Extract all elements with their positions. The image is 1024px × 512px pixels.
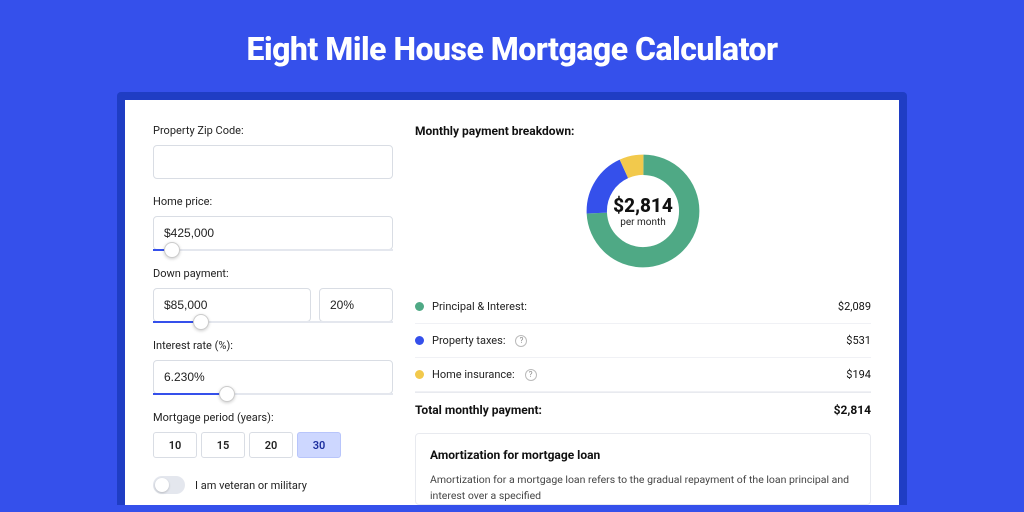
help-icon[interactable]: ? bbox=[525, 369, 537, 381]
legend-row-insurance: Home insurance: ? $194 bbox=[415, 358, 871, 392]
legend-label: Home insurance: bbox=[432, 368, 515, 381]
inputs-column: Property Zip Code: Home price: Down paym… bbox=[153, 124, 393, 505]
donut-chart: $2,814 per month bbox=[415, 150, 871, 272]
amortization-box: Amortization for mortgage loan Amortizat… bbox=[415, 433, 871, 505]
legend-dot-icon bbox=[415, 370, 424, 379]
down-payment-amount-input[interactable] bbox=[153, 288, 311, 322]
amortization-text: Amortization for a mortgage loan refers … bbox=[430, 472, 856, 504]
veteran-label: I am veteran or military bbox=[195, 479, 307, 492]
zip-label: Property Zip Code: bbox=[153, 124, 393, 137]
donut-center: $2,814 per month bbox=[613, 194, 673, 228]
down-payment-field: Down payment: bbox=[153, 267, 393, 323]
donut-amount: $2,814 bbox=[613, 194, 673, 217]
down-payment-slider[interactable] bbox=[153, 321, 393, 323]
down-payment-percent-input[interactable] bbox=[319, 288, 393, 322]
mortgage-period-options: 10 15 20 30 bbox=[153, 432, 393, 458]
legend-row-taxes: Property taxes: ? $531 bbox=[415, 324, 871, 358]
down-payment-slider-thumb[interactable] bbox=[193, 314, 209, 330]
interest-rate-label: Interest rate (%): bbox=[153, 339, 393, 352]
period-option-30[interactable]: 30 bbox=[297, 432, 341, 458]
legend-value: $194 bbox=[846, 368, 871, 381]
home-price-input[interactable] bbox=[153, 216, 393, 250]
amortization-title: Amortization for mortgage loan bbox=[430, 448, 856, 462]
help-icon[interactable]: ? bbox=[515, 335, 527, 347]
calculator-card: Property Zip Code: Home price: Down paym… bbox=[125, 100, 899, 505]
home-price-slider[interactable] bbox=[153, 249, 393, 251]
legend-value: $531 bbox=[846, 334, 871, 347]
down-payment-label: Down payment: bbox=[153, 267, 393, 280]
zip-field: Property Zip Code: bbox=[153, 124, 393, 179]
interest-rate-slider[interactable] bbox=[153, 393, 393, 395]
period-option-15[interactable]: 15 bbox=[201, 432, 245, 458]
total-label: Total monthly payment: bbox=[415, 403, 542, 417]
total-value: $2,814 bbox=[834, 403, 871, 417]
interest-rate-field: Interest rate (%): bbox=[153, 339, 393, 395]
period-option-20[interactable]: 20 bbox=[249, 432, 293, 458]
legend-row-principal: Principal & Interest: $2,089 bbox=[415, 290, 871, 324]
breakdown-column: Monthly payment breakdown: $2,814 per mo… bbox=[415, 124, 871, 505]
interest-rate-input[interactable] bbox=[153, 360, 393, 394]
mortgage-period-field: Mortgage period (years): 10 15 20 30 bbox=[153, 411, 393, 458]
home-price-label: Home price: bbox=[153, 195, 393, 208]
home-price-field: Home price: bbox=[153, 195, 393, 251]
veteran-toggle[interactable] bbox=[153, 476, 185, 494]
calculator-outer-card: Property Zip Code: Home price: Down paym… bbox=[117, 92, 907, 505]
zip-input[interactable] bbox=[153, 145, 393, 179]
page-title: Eight Mile House Mortgage Calculator bbox=[0, 0, 1024, 92]
total-row: Total monthly payment: $2,814 bbox=[415, 392, 871, 433]
mortgage-period-label: Mortgage period (years): bbox=[153, 411, 393, 424]
legend-dot-icon bbox=[415, 302, 424, 311]
breakdown-title: Monthly payment breakdown: bbox=[415, 124, 871, 138]
home-price-slider-thumb[interactable] bbox=[164, 242, 180, 258]
legend-value: $2,089 bbox=[838, 300, 871, 313]
legend-label: Property taxes: bbox=[432, 334, 505, 347]
donut-sub: per month bbox=[613, 217, 673, 228]
legend-label: Principal & Interest: bbox=[432, 300, 527, 313]
period-option-10[interactable]: 10 bbox=[153, 432, 197, 458]
veteran-row: I am veteran or military bbox=[153, 476, 393, 494]
interest-rate-slider-thumb[interactable] bbox=[219, 386, 235, 402]
legend-dot-icon bbox=[415, 336, 424, 345]
